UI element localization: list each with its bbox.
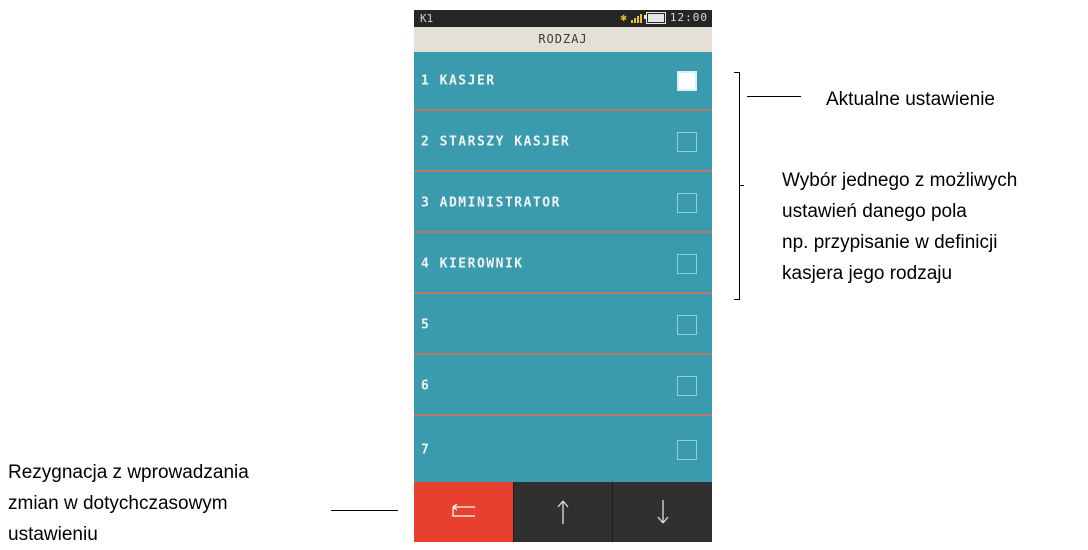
- signal-icon: [630, 12, 642, 23]
- list-item[interactable]: 6: [414, 357, 712, 416]
- list-item[interactable]: 7: [414, 418, 712, 482]
- cancel-annotation-line3: ustawieniu: [8, 524, 98, 545]
- checkbox[interactable]: [677, 192, 697, 213]
- device-screen: K1 ✱ 12:00 RODZAJ 1 KASJER 2 STARSZY KAS…: [414, 10, 712, 542]
- list-item[interactable]: 4 KIEROWNIK: [414, 235, 712, 294]
- checkbox[interactable]: [677, 375, 697, 396]
- list-item[interactable]: 2 STARSZY KASJER: [414, 113, 712, 172]
- choice-annotation-line4: kasjera jego rodzaju: [782, 263, 953, 284]
- current-setting-pointer: [747, 96, 801, 97]
- choice-annotation-line3: np. przypisanie w definicji: [782, 232, 998, 253]
- arrow-up-icon: [557, 500, 569, 524]
- cancel-annotation-line2: zmian w dotychczasowym: [8, 493, 228, 514]
- scroll-down-button[interactable]: [613, 482, 712, 542]
- arrow-down-icon: [657, 500, 669, 524]
- list-item-label: 3 ADMINISTRATOR: [421, 195, 561, 210]
- list-item[interactable]: 3 ADMINISTRATOR: [414, 174, 712, 233]
- checkbox[interactable]: [677, 440, 697, 460]
- status-bar: K1 ✱ 12:00: [414, 10, 712, 27]
- option-list: 1 KASJER 2 STARSZY KASJER 3 ADMINISTRATO…: [414, 52, 712, 482]
- back-button[interactable]: [414, 482, 514, 542]
- choice-bracket-tick: [739, 185, 744, 186]
- list-item[interactable]: 5: [414, 296, 712, 355]
- list-item-label: 2 STARSZY KASJER: [421, 134, 571, 149]
- choice-annotation-line1: Wybór jednego z możliwych: [782, 170, 1018, 191]
- cancel-annotation-line1: Rezygnacja z wprowadzania: [8, 462, 249, 483]
- page: K1 ✱ 12:00 RODZAJ 1 KASJER 2 STARSZY KAS…: [0, 0, 1088, 550]
- screen-title: RODZAJ: [414, 27, 712, 52]
- status-time: 12:00: [669, 11, 708, 24]
- list-item-label: 4 KIEROWNIK: [421, 256, 524, 271]
- bottom-toolbar: [414, 482, 712, 542]
- scroll-up-button[interactable]: [513, 482, 614, 542]
- cancel-pointer: [331, 510, 398, 511]
- choice-bracket: [734, 72, 740, 300]
- checkbox-checked[interactable]: [677, 70, 697, 91]
- checkbox[interactable]: [677, 253, 697, 274]
- list-item-label: 7: [421, 442, 431, 458]
- back-arrow-icon: [452, 504, 476, 517]
- battery-icon: [643, 11, 666, 24]
- list-item-label: 1 KASJER: [421, 73, 496, 88]
- list-item-label: 6: [421, 378, 431, 393]
- status-terminal-id: K1: [420, 12, 434, 25]
- current-setting-annotation: Aktualne ustawienie: [826, 89, 995, 110]
- list-item-label: 5: [421, 317, 431, 332]
- checkbox[interactable]: [677, 314, 697, 335]
- bluetooth-icon: ✱: [620, 11, 627, 24]
- checkbox[interactable]: [677, 131, 697, 152]
- list-item[interactable]: 1 KASJER: [414, 52, 712, 111]
- choice-annotation-line2: ustawień danego pola: [782, 201, 967, 222]
